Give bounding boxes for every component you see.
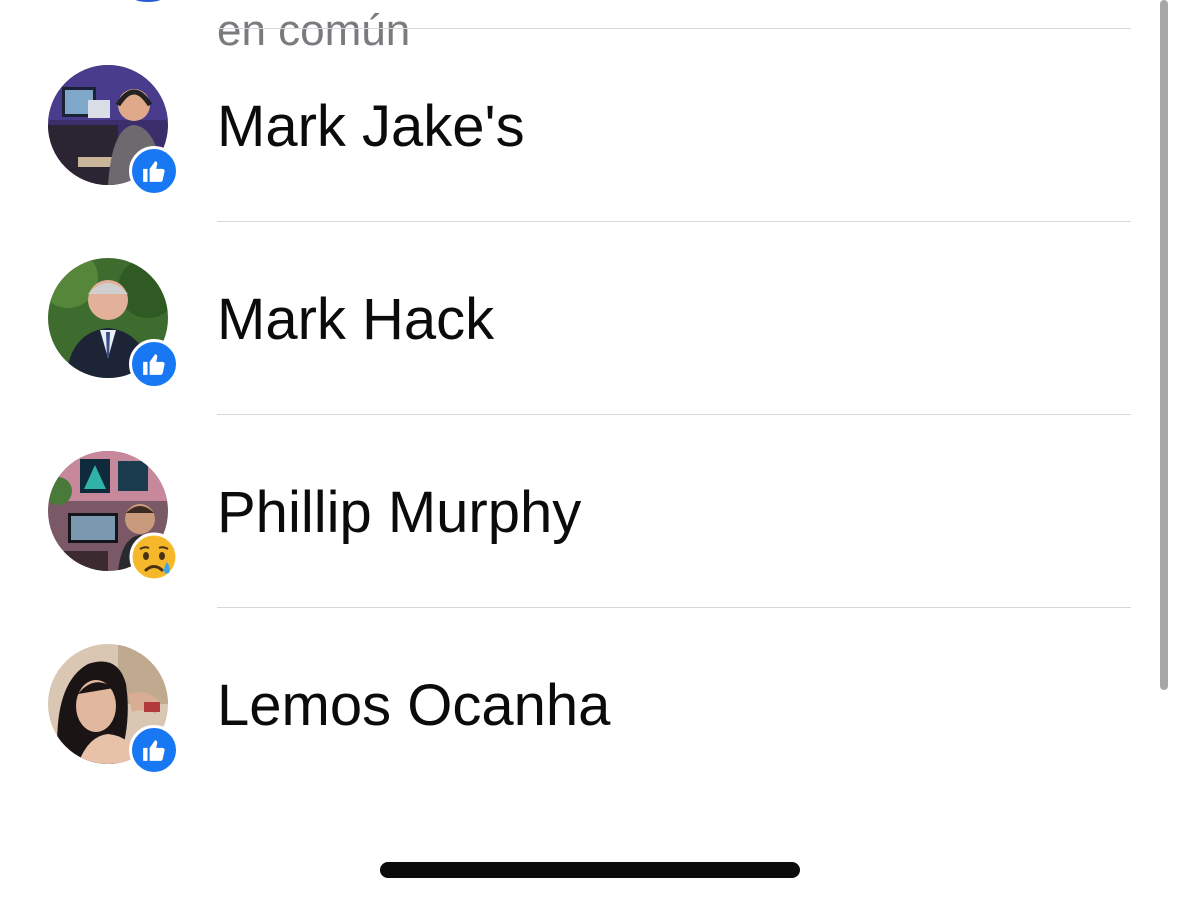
home-indicator[interactable] <box>380 862 800 878</box>
previous-avatar <box>130 0 166 2</box>
like-icon <box>129 146 179 196</box>
list-item-person[interactable]: Mark Jake's <box>0 28 1150 221</box>
person-name: Lemos Ocanha <box>217 673 611 738</box>
list-item-person[interactable]: Lemos Ocanha <box>0 607 1150 800</box>
reactions-list-screen: en común Mark Jake's Mark Hack Phillip M… <box>0 0 1179 902</box>
like-icon <box>129 725 179 775</box>
list-item-person[interactable]: Mark Hack <box>0 221 1150 414</box>
list-item-person[interactable]: Phillip Murphy <box>0 414 1150 607</box>
like-icon <box>129 339 179 389</box>
person-name: Mark Hack <box>217 287 495 352</box>
scrollbar[interactable] <box>1160 0 1168 690</box>
person-name: Phillip Murphy <box>217 480 582 545</box>
sad-face-icon <box>129 532 179 582</box>
person-name: Mark Jake's <box>217 94 525 159</box>
